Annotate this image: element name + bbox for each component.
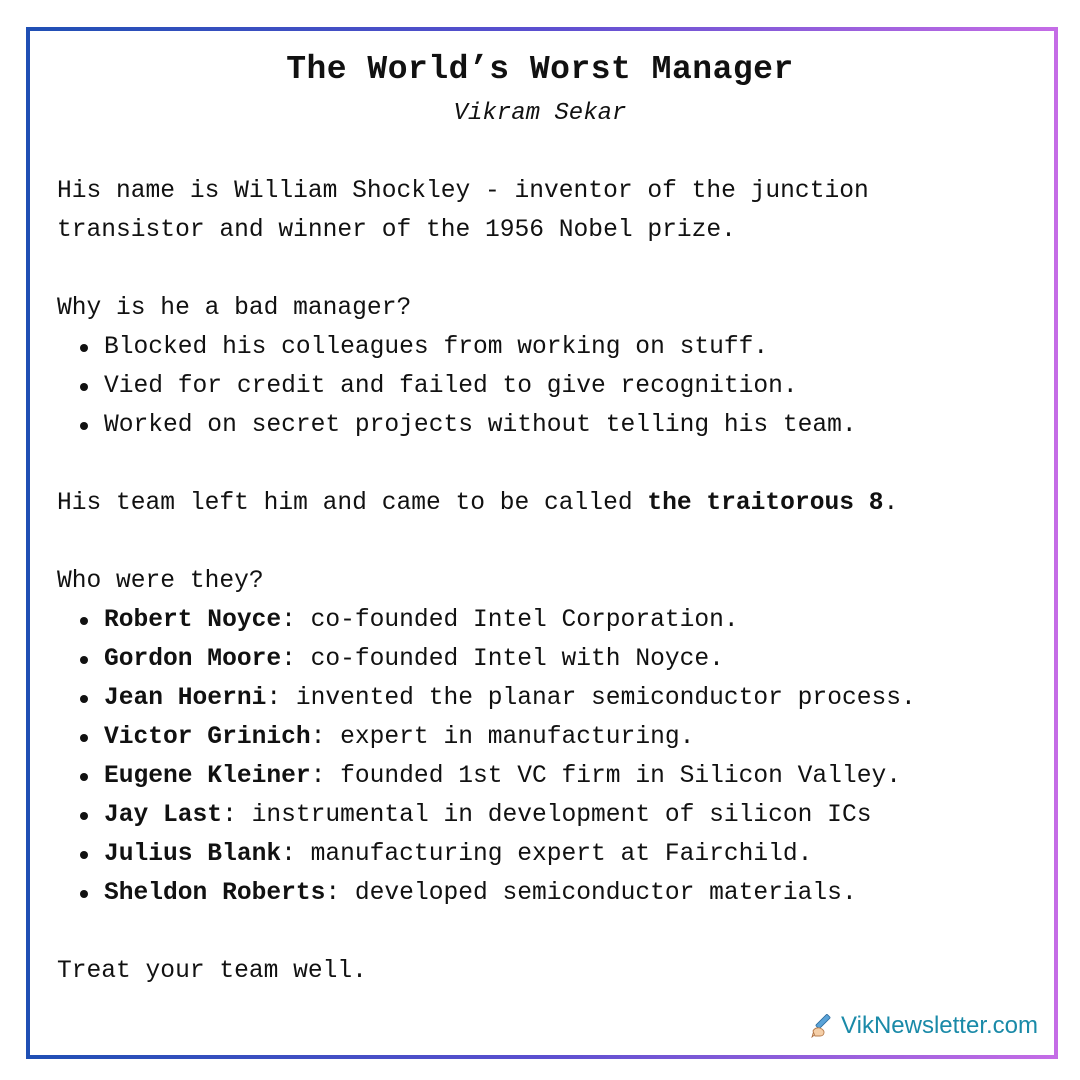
member-desc: : invented the planar semiconductor proc…: [266, 685, 916, 712]
bullet-icon: [80, 773, 88, 781]
team-prefix: His team left him and came to be called: [57, 490, 648, 517]
member-item: Robert Noyce: co-founded Intel Corporati…: [57, 601, 1057, 640]
page-title: The World’s Worst Manager: [286, 51, 794, 88]
member-desc: : co-founded Intel with Noyce.: [281, 646, 724, 673]
member-desc: : co-founded Intel Corporation.: [281, 607, 739, 634]
team-suffix: .: [883, 490, 899, 517]
member-desc: : manufacturing expert at Fairchild.: [281, 841, 813, 868]
member-name: Jay Last: [104, 802, 223, 829]
member-item: Sheldon Roberts: developed semiconductor…: [57, 874, 1057, 913]
list-item: Vied for credit and failed to give recog…: [57, 367, 1057, 406]
bullet-icon: [80, 890, 88, 898]
bullet-icon: [80, 422, 88, 430]
list-item: Worked on secret projects without tellin…: [57, 406, 1057, 445]
why-question: Why is he a bad manager?: [57, 295, 412, 322]
bullet-icon: [80, 617, 88, 625]
member-item: Victor Grinich: expert in manufacturing.: [57, 718, 1057, 757]
member-item: Eugene Kleiner: founded 1st VC firm in S…: [57, 757, 1057, 796]
bullet-icon: [80, 812, 88, 820]
who-question: Who were they?: [57, 568, 264, 595]
member-item: Julius Blank: manufacturing expert at Fa…: [57, 835, 1057, 874]
author-byline: Vikram Sekar: [453, 100, 627, 127]
member-desc: : founded 1st VC firm in Silicon Valley.: [310, 763, 901, 790]
intro-line-2: transistor and winner of the 1956 Nobel …: [57, 217, 736, 244]
member-name: Victor Grinich: [104, 724, 311, 751]
intro-line-1: His name is William Shockley - inventor …: [57, 178, 869, 205]
member-name: Gordon Moore: [104, 646, 282, 673]
article-body: His name is William Shockley - inventor …: [57, 172, 1057, 991]
bullet-icon: [80, 656, 88, 664]
member-name: Robert Noyce: [104, 607, 282, 634]
member-name: Eugene Kleiner: [104, 763, 311, 790]
list-item-text: Blocked his colleagues from working on s…: [104, 334, 769, 361]
footer-site-link[interactable]: VikNewsletter.com: [841, 1012, 1038, 1040]
closing-line: Treat your team well.: [57, 958, 367, 985]
member-name: Sheldon Roberts: [104, 880, 326, 907]
team-sentence: His team left him and came to be called …: [57, 484, 1057, 523]
member-name: Julius Blank: [104, 841, 282, 868]
list-item-text: Worked on secret projects without tellin…: [104, 412, 857, 439]
member-desc: : expert in manufacturing.: [310, 724, 695, 751]
bad-manager-list: Blocked his colleagues from working on s…: [57, 328, 1057, 445]
footer-credit[interactable]: VikNewsletter.com: [809, 1010, 1038, 1042]
bullet-icon: [80, 851, 88, 859]
member-desc: : developed semiconductor materials.: [325, 880, 857, 907]
bullet-icon: [80, 734, 88, 742]
member-name: Jean Hoerni: [104, 685, 267, 712]
member-item: Jay Last: instrumental in development of…: [57, 796, 1057, 835]
member-item: Jean Hoerni: invented the planar semicon…: [57, 679, 1057, 718]
traitorous-eight-label: the traitorous 8: [647, 490, 884, 517]
list-item: Blocked his colleagues from working on s…: [57, 328, 1057, 367]
bullet-icon: [80, 344, 88, 352]
member-item: Gordon Moore: co-founded Intel with Noyc…: [57, 640, 1057, 679]
member-desc: : instrumental in development of silicon…: [222, 802, 872, 829]
bullet-icon: [80, 695, 88, 703]
bullet-icon: [80, 383, 88, 391]
writing-hand-icon: [809, 1013, 835, 1039]
members-list: Robert Noyce: co-founded Intel Corporati…: [57, 601, 1057, 913]
list-item-text: Vied for credit and failed to give recog…: [104, 373, 798, 400]
